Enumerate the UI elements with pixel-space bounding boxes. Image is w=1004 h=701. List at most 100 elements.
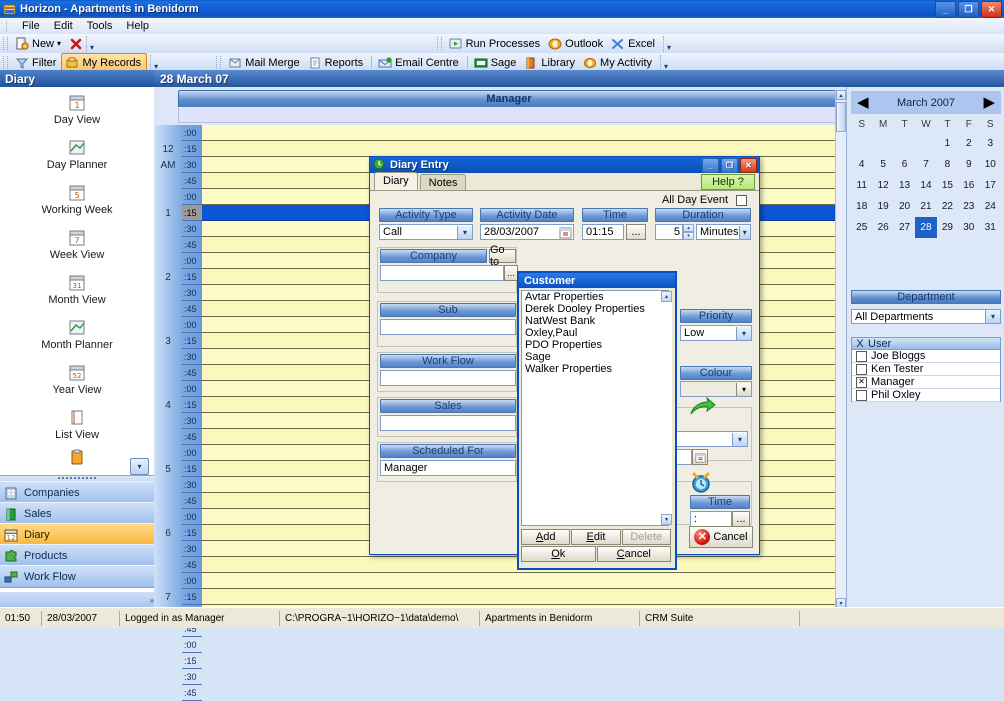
duration-unit-chevron-down-icon[interactable]: ▾ xyxy=(739,226,750,239)
activity-type-chevron-down-icon[interactable]: ▾ xyxy=(457,226,472,239)
diary-time-slot[interactable] xyxy=(202,589,838,605)
dialog-cancel-button[interactable]: ✕ Cancel xyxy=(689,526,753,548)
user-list-row[interactable]: Ken Tester xyxy=(852,363,1000,376)
activity-date-input[interactable]: 28/03/2007 xyxy=(480,224,574,240)
toolbar-grip-4[interactable] xyxy=(216,56,221,69)
time-browse-button[interactable]: ... xyxy=(626,224,646,240)
toolbar4-overflow-button[interactable]: ▾ xyxy=(660,55,671,71)
diary-all-day-band[interactable] xyxy=(178,107,840,123)
sidebar-item-week-view[interactable]: 7 Week View xyxy=(0,222,154,267)
sidebar-item-month-view[interactable]: 31 Month View xyxy=(0,267,154,312)
outlook-button[interactable]: Outlook xyxy=(545,35,608,53)
diary-time-slot[interactable] xyxy=(202,141,838,157)
department-select[interactable]: All Departments ▾ xyxy=(851,309,1001,324)
menubar-grip[interactable] xyxy=(6,21,10,32)
menu-tools[interactable]: Tools xyxy=(80,19,120,33)
duration-stepper-down[interactable]: ▾ xyxy=(683,232,694,240)
customer-list[interactable]: Avtar PropertiesDerek Dooley PropertiesN… xyxy=(521,290,669,526)
calendar-day-cell[interactable]: 24 xyxy=(980,196,1001,217)
calendar-day-cell[interactable]: 19 xyxy=(872,196,893,217)
minimize-button[interactable]: _ xyxy=(935,1,956,18)
reports-button[interactable]: Reports xyxy=(305,54,369,72)
duration-stepper[interactable]: ▴▾ xyxy=(683,224,694,239)
delete-x-icon[interactable] xyxy=(69,37,83,51)
calendar-day-cell[interactable]: 28 xyxy=(915,217,936,238)
reminder-time-browse-button[interactable]: ... xyxy=(732,511,750,527)
calendar-day-cell[interactable]: 12 xyxy=(872,175,893,196)
new-button[interactable]: + New ▾ xyxy=(12,35,66,53)
toolbar3-overflow-button[interactable]: ▾ xyxy=(150,55,161,71)
green-arrow-icon[interactable] xyxy=(688,397,716,419)
colour-chevron-down-icon[interactable]: ▾ xyxy=(736,383,751,396)
user-list-row[interactable]: ✕Manager xyxy=(852,376,1000,389)
colour-select[interactable]: ▾ xyxy=(680,381,752,397)
sidebar-scroll-down-button[interactable]: ▾ xyxy=(130,458,149,475)
toolbar-grip-2[interactable] xyxy=(437,37,442,50)
menu-file[interactable]: File xyxy=(15,19,47,33)
company-input[interactable] xyxy=(380,265,504,281)
customer-list-item[interactable]: Derek Dooley Properties xyxy=(522,303,668,315)
activity-type-select[interactable]: Call ▾ xyxy=(379,224,473,240)
sidebar-item-sales[interactable]: Sales xyxy=(0,502,158,525)
sidebar-item-companies[interactable]: Companies xyxy=(0,481,158,504)
all-day-event-checkbox[interactable] xyxy=(736,195,747,206)
company-browse-button[interactable]: ... xyxy=(504,265,518,281)
excel-button[interactable]: Excel xyxy=(608,35,660,53)
diary-time-slot[interactable] xyxy=(202,125,838,141)
mini-calendar[interactable]: SMTWTFS123456789101112131415161718192021… xyxy=(851,115,1001,238)
user-checkbox[interactable]: ✕ xyxy=(856,377,867,388)
calendar-day-cell[interactable]: 14 xyxy=(915,175,936,196)
diary-vertical-scrollbar[interactable]: ▴ ▾ xyxy=(835,90,846,608)
customer-list-item[interactable]: Sage xyxy=(522,351,668,363)
customer-ok-button[interactable]: Ok xyxy=(521,546,596,562)
calendar-day-cell[interactable]: 27 xyxy=(894,217,915,238)
linked-record-chevron-down-icon[interactable]: ▾ xyxy=(732,433,747,446)
time-input[interactable]: 01:15 xyxy=(582,224,624,240)
filter-button[interactable]: Filter xyxy=(12,54,61,72)
chevron-down-icon[interactable]: ▾ xyxy=(985,310,1000,323)
close-button[interactable]: ✕ xyxy=(981,1,1002,18)
calendar-day-cell[interactable]: 16 xyxy=(958,175,979,196)
calendar-day-cell[interactable]: 20 xyxy=(894,196,915,217)
toolbar2-overflow-button[interactable]: ▾ xyxy=(663,36,674,52)
calendar-day-cell[interactable]: 15 xyxy=(937,175,958,196)
help-button[interactable]: Help ? xyxy=(701,174,755,190)
calendar-day-cell[interactable]: 7 xyxy=(915,154,936,175)
diary-scroll-up-button[interactable]: ▴ xyxy=(836,90,846,100)
duration-stepper-up[interactable]: ▴ xyxy=(683,224,694,232)
calendar-day-cell[interactable]: 9 xyxy=(958,154,979,175)
diary-scroll-thumb[interactable] xyxy=(836,102,846,132)
duration-unit-select[interactable]: Minutes ▾ xyxy=(696,224,751,240)
calendar-day-cell[interactable]: 11 xyxy=(851,175,872,196)
calendar-day-cell[interactable]: 29 xyxy=(937,217,958,238)
calendar-picker-icon[interactable] xyxy=(559,226,572,239)
customer-add-button[interactable]: Add xyxy=(521,529,570,545)
restore-button[interactable]: ❐ xyxy=(958,1,979,18)
user-list-row[interactable]: Joe Bloggs xyxy=(852,350,1000,363)
priority-select[interactable]: Low ▾ xyxy=(680,325,752,341)
customer-cancel-button[interactable]: Cancel xyxy=(597,546,672,562)
sidebar-item-day-planner[interactable]: Day Planner xyxy=(0,132,154,177)
calendar-day-cell[interactable]: 26 xyxy=(872,217,893,238)
calendar-day-cell[interactable]: 3 xyxy=(980,133,1001,154)
calendar-day-cell[interactable]: 5 xyxy=(872,154,893,175)
linked-record-date-picker[interactable] xyxy=(692,449,708,465)
goto-company-button[interactable]: Go to xyxy=(489,249,516,263)
calendar-day-cell[interactable]: 31 xyxy=(980,217,1001,238)
library-button[interactable]: Library xyxy=(521,54,580,72)
calendar-day-cell[interactable]: 23 xyxy=(958,196,979,217)
calendar-day-cell[interactable]: 4 xyxy=(851,154,872,175)
sage-button[interactable]: Sage xyxy=(471,54,522,72)
dialog-restore-button[interactable]: ❐ xyxy=(721,158,738,173)
customer-edit-button[interactable]: Edit xyxy=(571,529,620,545)
new-button-arrow[interactable]: ▾ xyxy=(57,39,61,48)
customer-list-item[interactable]: Walker Properties xyxy=(522,363,668,375)
user-checkbox[interactable] xyxy=(856,364,867,375)
user-checkbox[interactable] xyxy=(856,390,867,401)
toolbar-grip-3[interactable] xyxy=(3,56,8,69)
tab-notes[interactable]: Notes xyxy=(420,174,467,190)
customer-scroll-down-button[interactable]: ▾ xyxy=(661,514,672,525)
calendar-day-cell[interactable]: 1 xyxy=(937,133,958,154)
tab-diary[interactable]: Diary xyxy=(374,172,418,190)
calendar-day-cell[interactable]: 13 xyxy=(894,175,915,196)
